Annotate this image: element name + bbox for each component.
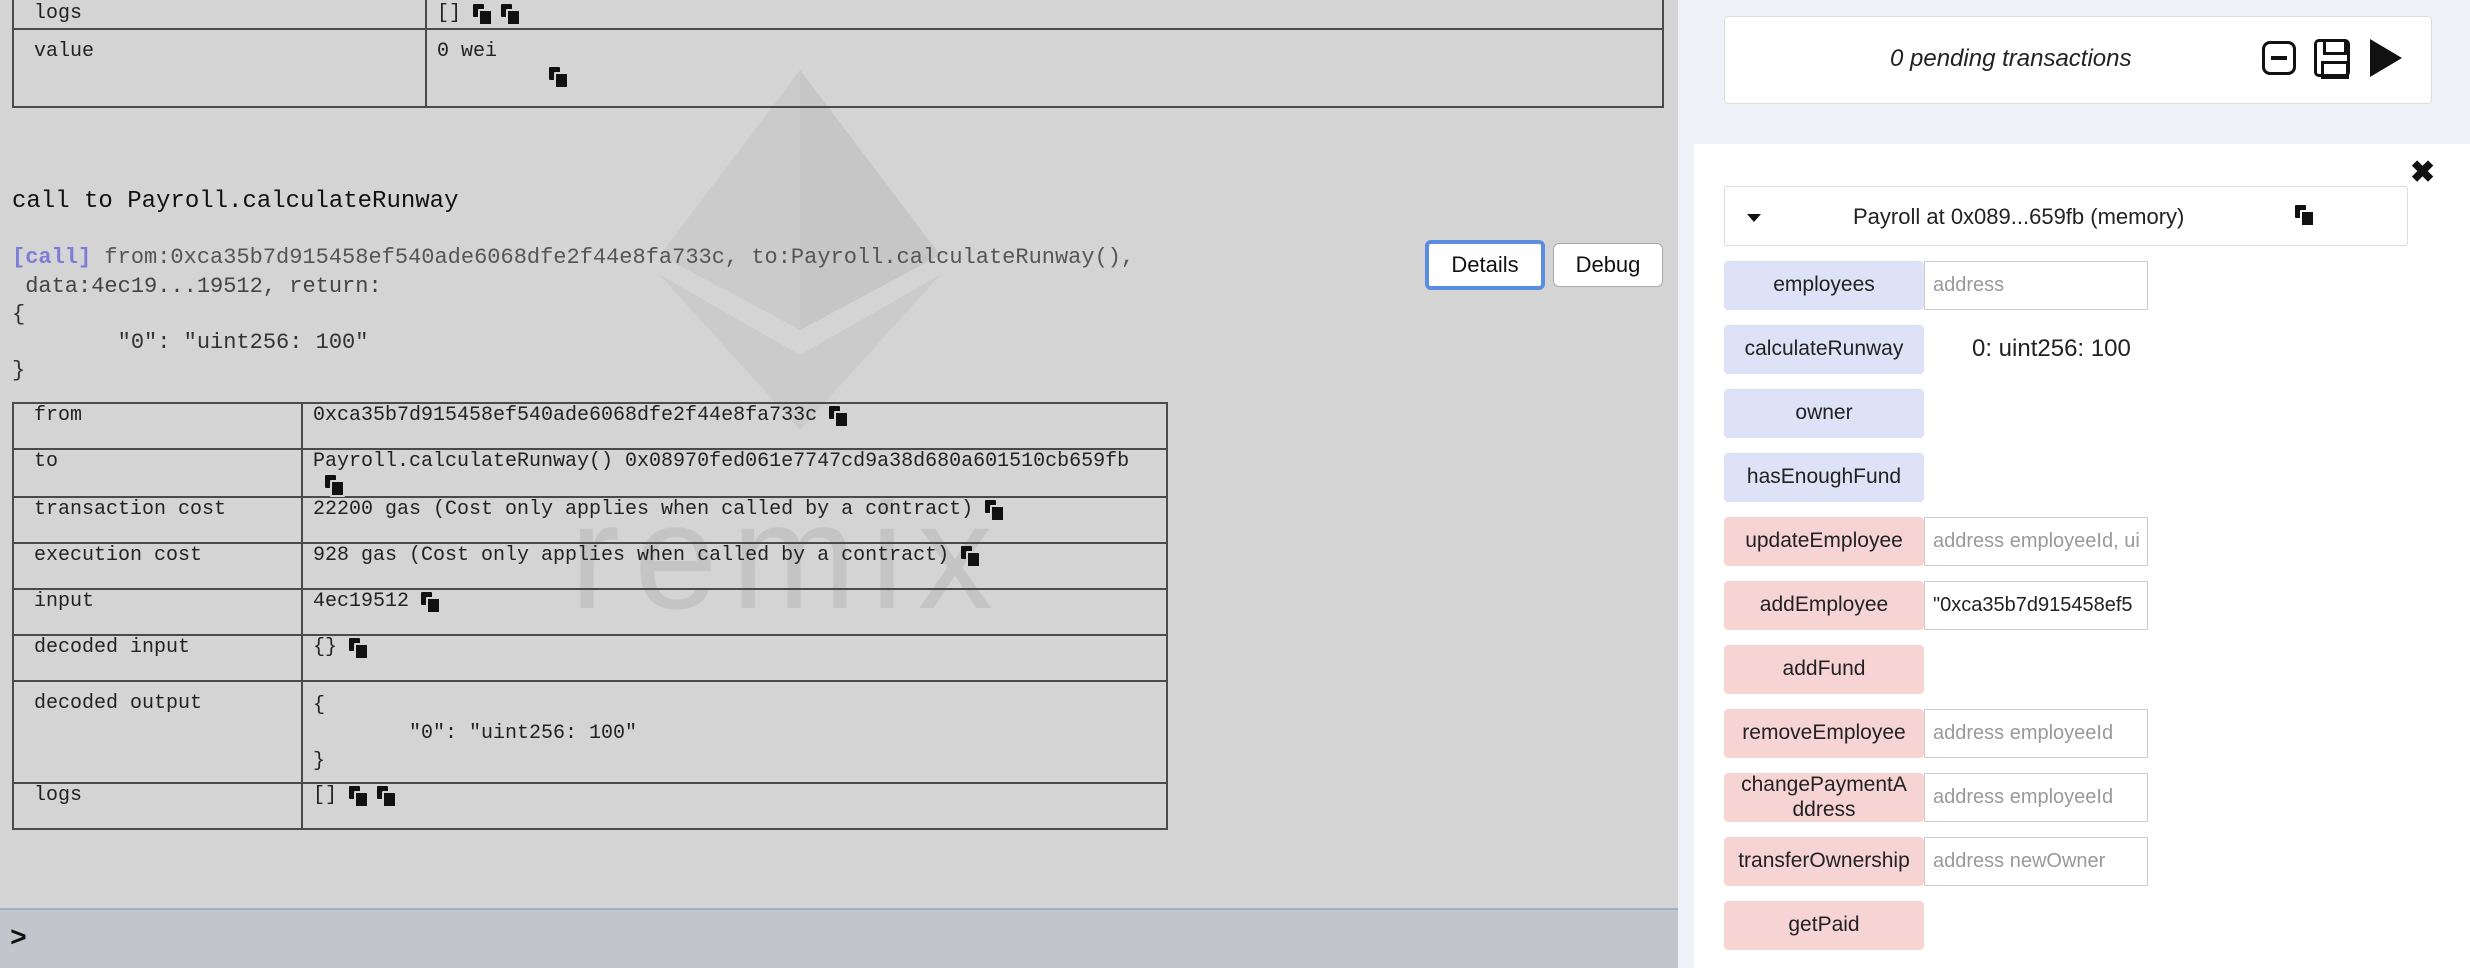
close-icon[interactable]: ✖	[2410, 158, 2435, 188]
from-address: 0xca35b7d915458ef540ade6068dfe2f44e8fa73…	[313, 404, 818, 427]
transfer-ownership-label: transferOwnership	[1738, 849, 1910, 873]
previous-tx-table: logs [] value 0 wei	[12, 0, 1664, 108]
row-label-transaction-cost: transaction cost	[12, 496, 303, 544]
remove-employee-button[interactable]: removeEmployee	[1724, 709, 1924, 758]
copy-icon[interactable]	[473, 3, 494, 26]
to-address: Payroll.calculateRunway() 0x08970fed061e…	[313, 450, 1130, 473]
copy-icon[interactable]	[421, 591, 442, 614]
owner-button[interactable]: owner	[1724, 389, 1924, 438]
calculate-runway-result: 0: uint256: 100	[1972, 335, 2131, 362]
pending-transactions-card: 0 pending transactions	[1724, 16, 2432, 104]
row-value-decoded-output: { "0": "uint256: 100" }	[301, 680, 1168, 784]
row-label-value: value	[12, 28, 427, 108]
row-value-logs: []	[425, 0, 1664, 30]
table-row: decoded input {}	[12, 634, 1168, 682]
copy-icon[interactable]	[549, 66, 569, 89]
instance-title: Payroll at 0x089...659fb (memory)	[1853, 204, 2185, 229]
transfer-ownership-input[interactable]	[1924, 837, 2148, 886]
row-label-decoded-input: decoded input	[12, 634, 303, 682]
row-label-decoded-output: decoded output	[12, 680, 303, 784]
console-input-bar[interactable]: >	[0, 908, 1678, 968]
decoded-input-value: {}	[313, 636, 338, 659]
update-employee-button[interactable]: updateEmployee	[1724, 517, 1924, 566]
transfer-ownership-button[interactable]: transferOwnership	[1724, 837, 1924, 886]
change-payment-address-input[interactable]	[1924, 773, 2148, 822]
row-value-input: 4ec19512	[301, 588, 1168, 636]
logs-value: []	[437, 2, 462, 25]
row-label-execution-cost: execution cost	[12, 542, 303, 590]
transaction-cost-value: 22200 gas (Cost only applies when called…	[313, 498, 974, 521]
caret-down-icon[interactable]	[1747, 214, 1761, 222]
row-label-from: from	[12, 402, 303, 450]
get-paid-button[interactable]: getPaid	[1724, 901, 1924, 950]
table-row: from 0xca35b7d915458ef540ade6068dfe2f44e…	[12, 402, 1168, 450]
row-value-execution-cost: 928 gas (Cost only applies when called b…	[301, 542, 1168, 590]
execution-cost-value: 928 gas (Cost only applies when called b…	[313, 544, 950, 567]
add-fund-button[interactable]: addFund	[1724, 645, 1924, 694]
copy-icon[interactable]	[325, 474, 345, 497]
debug-button[interactable]: Debug	[1553, 243, 1663, 287]
terminal-panel: remix logs [] value 0 wei call to Payrol…	[0, 0, 1678, 968]
row-label-to: to	[12, 448, 303, 498]
details-button[interactable]: Details	[1425, 240, 1545, 290]
copy-icon[interactable]	[829, 405, 850, 428]
call-return-value: "0": "uint256: 100"	[12, 330, 369, 355]
input-value: 4ec19512	[313, 590, 410, 613]
has-enough-fund-button[interactable]: hasEnoughFund	[1724, 453, 1924, 502]
copy-icon[interactable]	[349, 785, 370, 808]
table-row: input 4ec19512	[12, 588, 1168, 636]
row-label-logs: logs	[12, 0, 427, 30]
copy-icon[interactable]	[349, 637, 370, 660]
table-row: logs []	[12, 782, 1168, 830]
calculate-runway-button[interactable]: calculateRunway	[1724, 325, 1924, 374]
decoded-output-line: "0": "uint256: 100"	[313, 722, 638, 745]
call-return-close: }	[12, 358, 26, 383]
value-text: 0 wei	[437, 40, 498, 63]
call-summary-text: from:0xca35b7d915458ef540ade6068dfe2f44e…	[91, 245, 1135, 270]
console-prompt: >	[10, 924, 27, 955]
call-tag: [call]	[12, 245, 92, 270]
row-value-transaction-cost: 22200 gas (Cost only applies when called…	[301, 496, 1168, 544]
employees-button[interactable]: employees	[1724, 261, 1924, 310]
decoded-output-line: {	[313, 694, 326, 717]
call-details-table: from 0xca35b7d915458ef540ade6068dfe2f44e…	[12, 402, 1168, 830]
table-row: value 0 wei	[12, 28, 1664, 108]
row-label-logs: logs	[12, 782, 303, 830]
clear-icon[interactable]	[2262, 41, 2296, 75]
call-title: call to Payroll.calculateRunway	[12, 188, 459, 215]
row-label-input: input	[12, 588, 303, 636]
change-payment-address-label: changePaymentAddress	[1741, 773, 1907, 821]
instance-header[interactable]: Payroll at 0x089...659fb (memory)	[1724, 186, 2408, 246]
copy-icon[interactable]	[501, 3, 522, 26]
table-row: transaction cost 22200 gas (Cost only ap…	[12, 496, 1168, 544]
logs-value: []	[313, 784, 338, 807]
row-value-value: 0 wei	[425, 28, 1664, 108]
decoded-output-line: }	[313, 750, 326, 773]
row-value-logs: []	[301, 782, 1168, 830]
row-value-decoded-input: {}	[301, 634, 1168, 682]
table-row: execution cost 928 gas (Cost only applie…	[12, 542, 1168, 590]
call-summary-line: [call] from:0xca35b7d915458ef540ade6068d…	[12, 245, 1134, 270]
call-return-open: {	[12, 302, 26, 327]
copy-icon[interactable]	[961, 545, 982, 568]
add-employee-input[interactable]	[1924, 581, 2148, 630]
row-value-to: Payroll.calculateRunway() 0x08970fed061e…	[301, 448, 1168, 498]
copy-icon[interactable]	[2295, 205, 2315, 227]
call-data-line: data:4ec19...19512, return:	[12, 274, 382, 299]
add-employee-button[interactable]: addEmployee	[1724, 581, 1924, 630]
row-value-from: 0xca35b7d915458ef540ade6068dfe2f44e8fa73…	[301, 402, 1168, 450]
remove-employee-input[interactable]	[1924, 709, 2148, 758]
table-row: decoded output { "0": "uint256: 100" }	[12, 680, 1168, 784]
change-payment-address-button[interactable]: changePaymentAddress	[1724, 773, 1924, 822]
table-row: to Payroll.calculateRunway() 0x08970fed0…	[12, 448, 1168, 498]
pending-transactions-text: 0 pending transactions	[1890, 45, 2132, 72]
table-row: logs []	[12, 0, 1664, 30]
play-icon[interactable]	[2370, 39, 2402, 77]
copy-icon[interactable]	[377, 785, 398, 808]
employees-input[interactable]	[1924, 261, 2148, 310]
save-icon[interactable]	[2314, 39, 2350, 79]
copy-icon[interactable]	[985, 499, 1006, 522]
update-employee-input[interactable]	[1924, 517, 2148, 566]
